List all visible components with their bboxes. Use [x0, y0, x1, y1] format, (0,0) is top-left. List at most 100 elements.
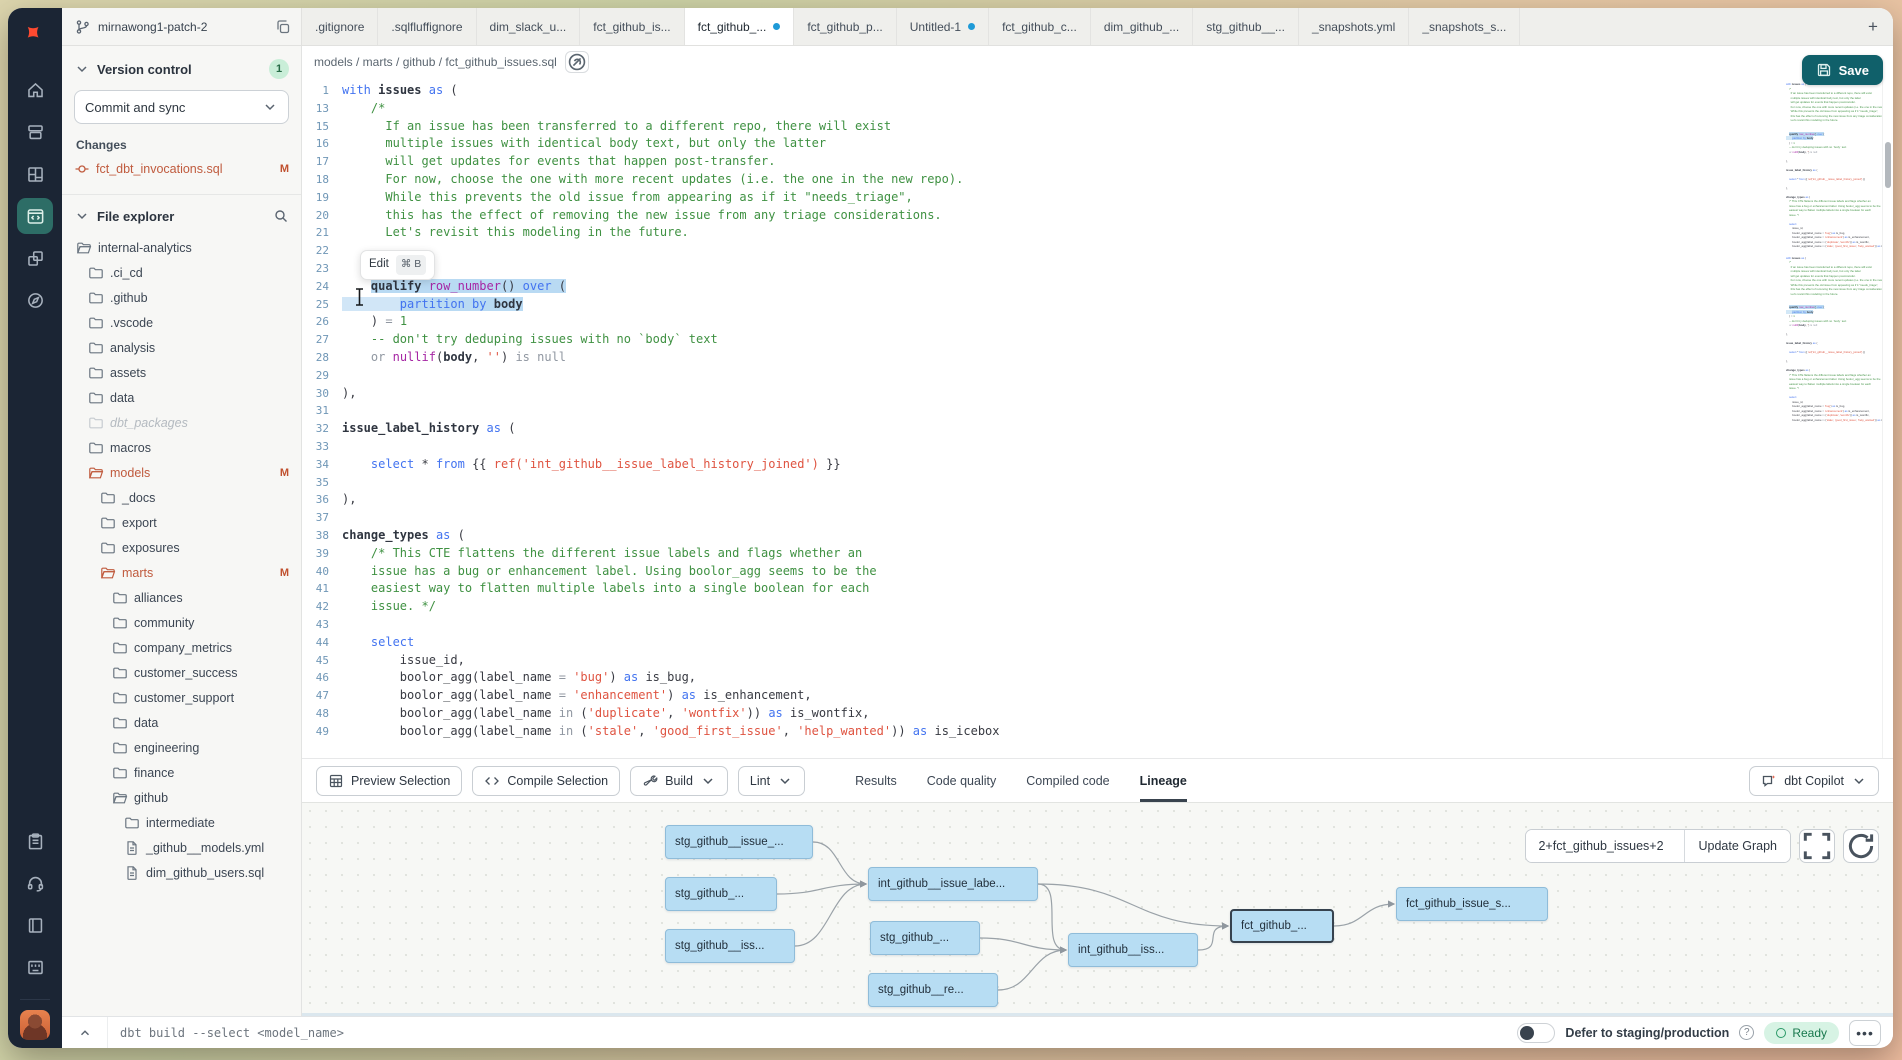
file-tree-folder[interactable]: martsM	[62, 560, 301, 585]
code-area[interactable]: with issues as ( /* If an issue has been…	[336, 78, 1786, 758]
code-line[interactable]: easiest way to flatten multiple labels i…	[342, 580, 1786, 598]
code-line[interactable]: issue_label_history as (	[342, 420, 1786, 438]
rail-code-window-button[interactable]	[17, 198, 53, 234]
code-line[interactable]	[342, 616, 1786, 634]
file-tree-folder[interactable]: customer_success	[62, 660, 301, 685]
file-tree-folder[interactable]: alliances	[62, 585, 301, 610]
git-branch-selector[interactable]: mirnawong1-patch-2	[62, 8, 302, 45]
editor-tab[interactable]: _snapshots.yml	[1299, 8, 1409, 45]
rail-book-button[interactable]	[17, 907, 53, 943]
lineage-node[interactable]: fct_github_issue_s...	[1396, 887, 1548, 921]
file-tree-folder[interactable]: .vscode	[62, 310, 301, 335]
lint-button[interactable]: Lint	[738, 766, 805, 796]
file-tree-folder[interactable]: company_metrics	[62, 635, 301, 660]
file-tree-folder[interactable]: github	[62, 785, 301, 810]
rail-windows-button[interactable]	[17, 240, 53, 276]
rail-drawer-button[interactable]	[17, 114, 53, 150]
file-tree-folder[interactable]: finance	[62, 760, 301, 785]
code-line[interactable]: /*	[342, 100, 1786, 118]
results-tab-results[interactable]: Results	[855, 759, 897, 802]
code-line[interactable]: with issues as (	[342, 82, 1786, 100]
save-button[interactable]: Save	[1802, 55, 1883, 85]
code-line[interactable]: select	[342, 634, 1786, 652]
code-line[interactable]	[342, 402, 1786, 420]
rail-headset-button[interactable]	[17, 865, 53, 901]
editor-tab[interactable]: stg_github__...	[1193, 8, 1299, 45]
new-tab-button[interactable]: +	[1853, 8, 1893, 45]
code-line[interactable]: select * from {{ ref('int_github__issue_…	[342, 456, 1786, 474]
code-line[interactable]	[342, 474, 1786, 492]
code-line[interactable]: -- don't try deduping issues with no `bo…	[342, 331, 1786, 349]
code-editor[interactable]: 1131516171819202122232425262728293031323…	[302, 78, 1893, 758]
lineage-node[interactable]: stg_github__iss...	[665, 929, 795, 963]
file-explorer-header[interactable]: File explorer	[62, 195, 301, 233]
file-tree-folder[interactable]: _docs	[62, 485, 301, 510]
code-line[interactable]: issue_id,	[342, 652, 1786, 670]
file-tree-folder[interactable]: community	[62, 610, 301, 635]
file-tree-folder[interactable]: exposures	[62, 535, 301, 560]
avatar[interactable]	[20, 1010, 50, 1040]
user-menu[interactable]	[20, 999, 50, 1040]
editor-tab[interactable]: .gitignore	[302, 8, 378, 45]
code-line[interactable]	[342, 242, 1786, 260]
code-line[interactable]: issue. */	[342, 598, 1786, 616]
scrollbar-thumb[interactable]	[1885, 142, 1891, 188]
build-button[interactable]: Build	[630, 766, 728, 796]
expand-command-bar-button[interactable]	[62, 1017, 108, 1048]
version-control-header[interactable]: Version control 1	[62, 46, 301, 88]
lineage-node[interactable]: stg_github__re...	[868, 973, 998, 1007]
code-line[interactable]: qualify row_number() over (	[342, 278, 1786, 296]
code-line[interactable]	[342, 509, 1786, 527]
editor-tab[interactable]: Untitled-1	[897, 8, 989, 45]
file-info-button[interactable]	[565, 51, 589, 73]
code-line[interactable]: issue has a bug or enhancement label. Us…	[342, 563, 1786, 581]
editor-minimap[interactable]: with issues as ( /* If an issue has been…	[1786, 78, 1882, 758]
code-line[interactable]: partition by body	[342, 296, 1786, 314]
file-tree-folder[interactable]: .ci_cd	[62, 260, 301, 285]
defer-toggle[interactable]	[1517, 1023, 1555, 1043]
editor-tab[interactable]: .sqlfluffignore	[378, 8, 476, 45]
code-line[interactable]: multiple issues with identical body text…	[342, 135, 1786, 153]
editor-scrollbar[interactable]	[1882, 78, 1893, 758]
results-tab-code-quality[interactable]: Code quality	[927, 759, 997, 802]
results-tab-lineage[interactable]: Lineage	[1140, 759, 1187, 802]
file-tree-folder[interactable]: dbt_packages	[62, 410, 301, 435]
search-icon[interactable]	[273, 208, 289, 224]
lineage-node[interactable]: int_github__iss...	[1068, 933, 1198, 967]
code-line[interactable]: If an issue has been transferred to a di…	[342, 118, 1786, 136]
code-line[interactable]: this has the effect of removing the new …	[342, 207, 1786, 225]
dbt-copilot-button[interactable]: dbt Copilot	[1749, 766, 1879, 796]
code-line[interactable]	[342, 367, 1786, 385]
code-line[interactable]: or nullif(body, '') is null	[342, 349, 1786, 367]
editor-tab[interactable]: fct_github_...	[685, 8, 795, 45]
refresh-button[interactable]	[1843, 829, 1879, 863]
compile-selection-button[interactable]: Compile Selection	[472, 766, 620, 796]
more-options-button[interactable]: •••	[1849, 1020, 1881, 1046]
fullscreen-button[interactable]	[1799, 829, 1835, 863]
commit-and-sync-select[interactable]: Commit and sync	[74, 90, 289, 124]
lineage-node[interactable]: stg_github_...	[870, 921, 980, 955]
rail-clipboard-button[interactable]	[17, 823, 53, 859]
file-tree-folder[interactable]: internal-analytics	[62, 235, 301, 260]
file-tree-file[interactable]: dim_github_users.sql	[62, 860, 301, 885]
file-tree-folder[interactable]: data	[62, 385, 301, 410]
lineage-selector-input[interactable]	[1526, 830, 1684, 862]
command-input[interactable]: dbt build --select <model_name>	[120, 1027, 344, 1039]
file-tree-folder[interactable]: engineering	[62, 735, 301, 760]
code-line[interactable]	[342, 260, 1786, 278]
code-line[interactable]: ),	[342, 385, 1786, 403]
editor-tab[interactable]: fct_github_c...	[989, 8, 1091, 45]
file-tree-folder[interactable]: assets	[62, 360, 301, 385]
rail-grid-button[interactable]	[17, 156, 53, 192]
preview-selection-button[interactable]: Preview Selection	[316, 766, 462, 796]
code-line[interactable]: Let's revisit this modeling in the futur…	[342, 224, 1786, 242]
editor-tab[interactable]: fct_github_p...	[794, 8, 896, 45]
help-icon[interactable]: ?	[1739, 1025, 1754, 1040]
file-tree-folder[interactable]: intermediate	[62, 810, 301, 835]
code-line[interactable]: will get updates for events that happen …	[342, 153, 1786, 171]
file-tree-folder[interactable]: analysis	[62, 335, 301, 360]
rail-compass-button[interactable]	[17, 282, 53, 318]
code-line[interactable]: boolor_agg(label_name in ('duplicate', '…	[342, 705, 1786, 723]
code-line[interactable]: While this prevents the old issue from a…	[342, 189, 1786, 207]
code-line[interactable]: boolor_agg(label_name in ('stale', 'good…	[342, 723, 1786, 741]
